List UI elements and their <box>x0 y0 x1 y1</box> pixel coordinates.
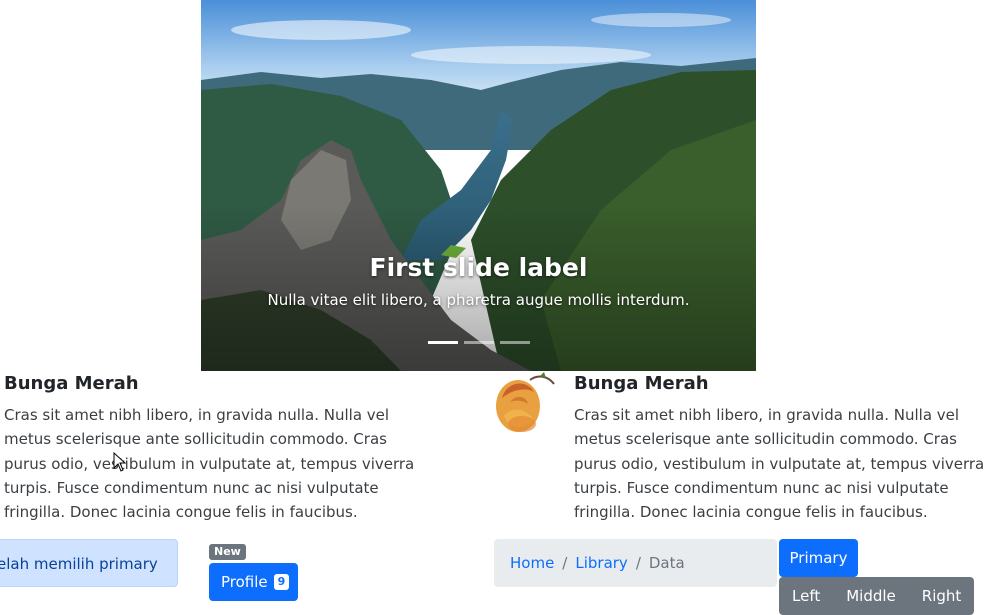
primary-button[interactable]: Primary <box>779 539 858 577</box>
carousel-caption: First slide label Nulla vitae elit liber… <box>201 250 756 311</box>
carousel-indicator-1[interactable] <box>427 341 458 344</box>
primary-alert: elah memilih primary <box>0 539 178 587</box>
new-badge: New <box>209 544 246 560</box>
media-title-left: Bunga Merah <box>4 373 139 394</box>
image-carousel[interactable]: First slide label Nulla vitae elit liber… <box>201 0 756 371</box>
caption-text: Nulla vitae elit libero, a pharetra augu… <box>267 291 690 309</box>
breadcrumb-separator: / <box>635 554 641 572</box>
breadcrumb: Home / Library / Data <box>494 539 777 587</box>
breadcrumb-data: Data <box>648 554 685 572</box>
carousel-indicator-2[interactable] <box>463 341 494 344</box>
media-text-right: Cras sit amet nibh libero, in gravida nu… <box>574 406 985 522</box>
carousel-indicators <box>201 341 756 344</box>
slide-image <box>201 0 756 371</box>
profile-count-badge: 9 <box>273 574 290 590</box>
breadcrumb-separator: / <box>562 554 568 572</box>
breadcrumb-home[interactable]: Home <box>510 554 554 572</box>
alert-text: elah memilih primary <box>0 555 158 573</box>
mouse-cursor-icon <box>113 452 127 472</box>
profile-button[interactable]: Profile 9 <box>209 563 299 601</box>
breadcrumb-library[interactable]: Library <box>575 554 627 572</box>
left-button[interactable]: Left <box>779 577 833 615</box>
media-text-left: Cras sit amet nibh libero, in gravida nu… <box>4 406 415 522</box>
rose-image <box>496 372 555 432</box>
caption-title: First slide label <box>369 253 588 282</box>
button-group: Left Middle Right <box>779 577 975 615</box>
media-title-right: Bunga Merah <box>574 373 709 394</box>
middle-button[interactable]: Middle <box>833 577 909 615</box>
profile-label: Profile <box>221 573 268 591</box>
carousel-indicator-3[interactable] <box>499 341 530 344</box>
right-button[interactable]: Right <box>909 577 975 615</box>
